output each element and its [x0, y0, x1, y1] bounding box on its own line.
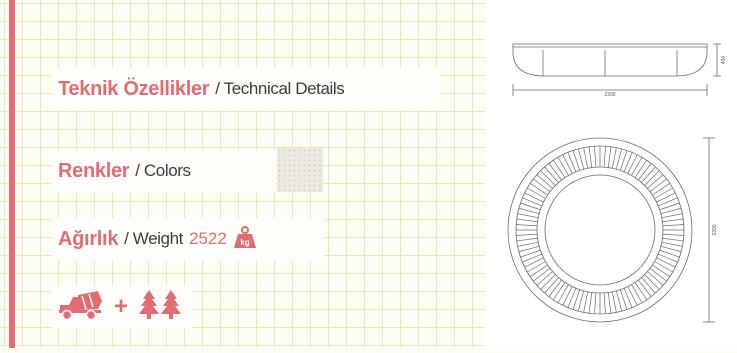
drawing-background: [485, 0, 737, 348]
two-trees-icon: [138, 289, 182, 326]
technical-drawing: 2200 450 2200: [485, 0, 737, 348]
plan-diameter-label: 2200: [712, 224, 718, 235]
weight-title: Ağırlık: [58, 227, 119, 250]
kg-unit-label: kg: [240, 238, 249, 247]
technical-details-title: Teknik Özellikler: [58, 77, 210, 100]
color-swatch: [277, 148, 323, 192]
weight-value: 2522: [189, 229, 227, 248]
technical-details-subtitle: / Technical Details: [215, 79, 345, 98]
transport-icons-row: +: [52, 286, 192, 328]
weight-row: Ağırlık / Weight 2522 kg: [52, 218, 324, 260]
colors-subtitle: / Colors: [135, 161, 191, 180]
colors-row: Renkler / Colors: [52, 150, 276, 192]
colors-title: Renkler: [58, 159, 130, 182]
elevation-width-label: 2200: [604, 92, 615, 98]
weight-subtitle: / Weight: [124, 229, 183, 248]
plus-icon: +: [114, 293, 129, 320]
concrete-mixer-truck-icon: [58, 289, 104, 326]
accent-bar: [9, 0, 15, 348]
elevation-height-label: 450: [721, 56, 727, 65]
technical-details-row: Teknik Özellikler / Technical Details: [52, 68, 440, 110]
kg-weight-icon: kg: [233, 225, 257, 254]
